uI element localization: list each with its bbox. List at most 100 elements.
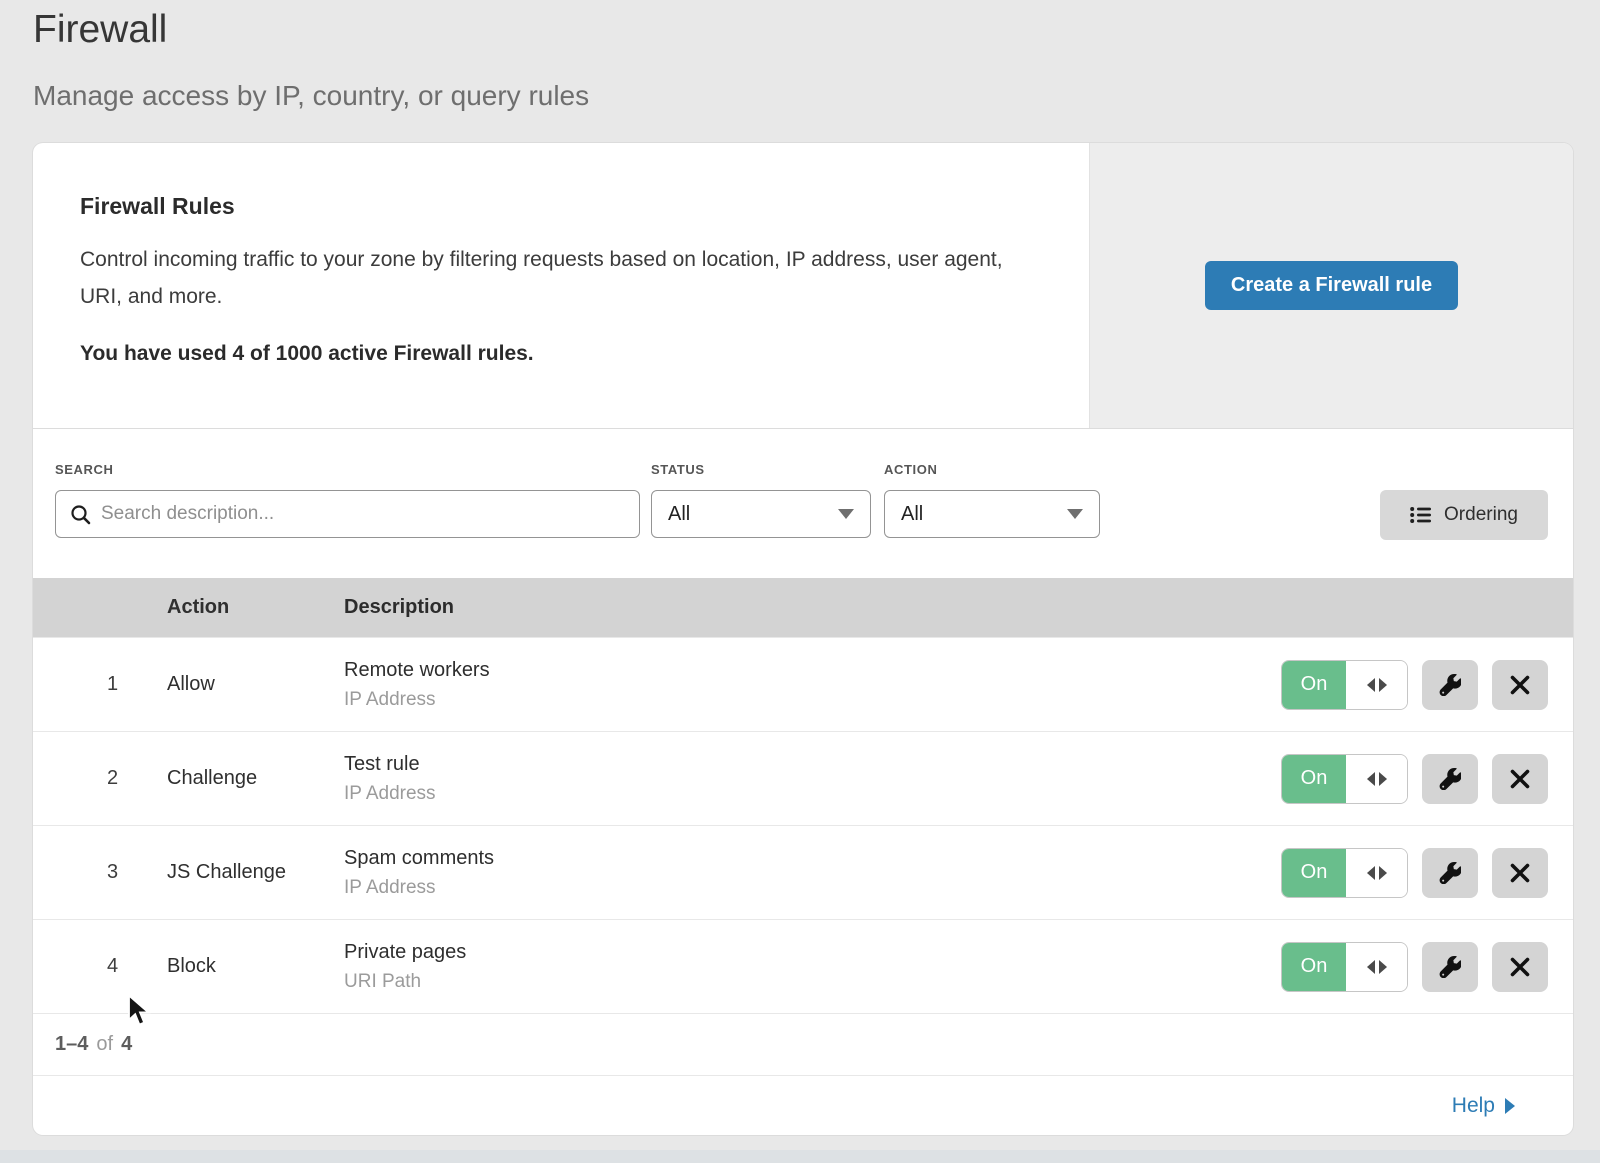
action-filter-group: ACTION All bbox=[884, 462, 1100, 538]
pagination-total: 4 bbox=[121, 1033, 132, 1056]
rule-match-type: IP Address bbox=[344, 689, 1281, 711]
rule-description: Spam comments bbox=[344, 847, 1281, 870]
ordering-button[interactable]: Ordering bbox=[1380, 490, 1548, 540]
list-icon bbox=[1410, 506, 1432, 524]
arrows-horizontal-icon[interactable] bbox=[1346, 755, 1407, 803]
rule-description: Remote workers bbox=[344, 659, 1281, 682]
firewall-page: Firewall Manage access by IP, country, o… bbox=[0, 0, 1600, 1163]
edit-rule-button[interactable] bbox=[1422, 942, 1478, 992]
wrench-icon bbox=[1439, 862, 1461, 884]
toggle-on-label: On bbox=[1282, 661, 1346, 709]
rule-description: Private pages bbox=[344, 941, 1281, 964]
wrench-icon bbox=[1439, 674, 1461, 696]
ordering-button-label: Ordering bbox=[1444, 504, 1518, 526]
rule-description: Test rule bbox=[344, 753, 1281, 776]
table-row: 1 Allow Remote workers IP Address On bbox=[33, 637, 1573, 731]
delete-rule-button[interactable] bbox=[1492, 942, 1548, 992]
rule-description-cell: Test rule IP Address bbox=[344, 753, 1281, 805]
rule-description-cell: Private pages URI Path bbox=[344, 941, 1281, 993]
rule-enabled-toggle[interactable]: On bbox=[1281, 942, 1408, 992]
pagination-range: 1–4 bbox=[55, 1033, 88, 1056]
rule-match-type: IP Address bbox=[344, 877, 1281, 899]
search-icon bbox=[70, 504, 91, 525]
rule-priority: 1 bbox=[33, 673, 167, 696]
action-column-header: Action bbox=[167, 596, 344, 619]
rule-enabled-toggle[interactable]: On bbox=[1281, 660, 1408, 710]
pagination-of: of bbox=[96, 1033, 113, 1056]
mouse-cursor bbox=[127, 994, 154, 1032]
status-select-value: All bbox=[668, 503, 690, 526]
table-row: 3 JS Challenge Spam comments IP Address … bbox=[33, 825, 1573, 919]
x-icon bbox=[1510, 957, 1530, 977]
x-icon bbox=[1510, 769, 1530, 789]
page-subtitle: Manage access by IP, country, or query r… bbox=[33, 80, 589, 112]
status-select[interactable]: All bbox=[651, 490, 871, 538]
overview-text: Firewall Rules Control incoming traffic … bbox=[33, 143, 1089, 428]
overview-section: Firewall Rules Control incoming traffic … bbox=[33, 143, 1573, 428]
search-filter-group: SEARCH bbox=[55, 462, 640, 538]
page-title: Firewall bbox=[33, 8, 167, 52]
create-rule-panel: Create a Firewall rule bbox=[1089, 143, 1573, 428]
description-column-header: Description bbox=[344, 596, 1573, 619]
table-row: 4 Block Private pages URI Path On bbox=[33, 919, 1573, 1013]
rule-description-cell: Remote workers IP Address bbox=[344, 659, 1281, 711]
rule-action: Block bbox=[167, 955, 344, 978]
toggle-on-label: On bbox=[1282, 849, 1346, 897]
help-link[interactable]: Help bbox=[1452, 1094, 1515, 1118]
rule-action: Challenge bbox=[167, 767, 344, 790]
rule-enabled-toggle[interactable]: On bbox=[1281, 848, 1408, 898]
action-select-value: All bbox=[901, 503, 923, 526]
x-icon bbox=[1510, 863, 1530, 883]
status-label: STATUS bbox=[651, 462, 871, 478]
search-box bbox=[55, 490, 640, 538]
help-link-label: Help bbox=[1452, 1094, 1495, 1118]
rule-priority: 2 bbox=[33, 767, 167, 790]
chevron-right-icon bbox=[1505, 1098, 1515, 1114]
action-select[interactable]: All bbox=[884, 490, 1100, 538]
delete-rule-button[interactable] bbox=[1492, 660, 1548, 710]
arrows-horizontal-icon[interactable] bbox=[1346, 943, 1407, 991]
rule-priority: 3 bbox=[33, 861, 167, 884]
filters-bar: SEARCH STATUS All ACTION All bbox=[33, 429, 1573, 578]
table-row: 2 Challenge Test rule IP Address On bbox=[33, 731, 1573, 825]
pagination: 1–4 of 4 bbox=[33, 1013, 1573, 1075]
delete-rule-button[interactable] bbox=[1492, 754, 1548, 804]
x-icon bbox=[1510, 675, 1530, 695]
rule-match-type: IP Address bbox=[344, 783, 1281, 805]
help-row: Help bbox=[33, 1075, 1573, 1135]
rules-usage-count: You have used 4 of 1000 active Firewall … bbox=[80, 342, 1042, 366]
table-header: Action Description bbox=[33, 578, 1573, 637]
search-input[interactable] bbox=[101, 503, 625, 525]
rule-controls: On bbox=[1281, 942, 1573, 992]
toggle-on-label: On bbox=[1282, 943, 1346, 991]
wrench-icon bbox=[1439, 956, 1461, 978]
rules-description: Control incoming traffic to your zone by… bbox=[80, 242, 1030, 316]
firewall-rules-card: Firewall Rules Control incoming traffic … bbox=[33, 143, 1573, 1135]
edit-rule-button[interactable] bbox=[1422, 848, 1478, 898]
chevron-down-icon bbox=[1067, 509, 1083, 519]
action-label: ACTION bbox=[884, 462, 1100, 478]
status-filter-group: STATUS All bbox=[651, 462, 871, 538]
rules-heading: Firewall Rules bbox=[80, 193, 1042, 220]
chevron-down-icon bbox=[838, 509, 854, 519]
search-label: SEARCH bbox=[55, 462, 640, 478]
toggle-on-label: On bbox=[1282, 755, 1346, 803]
rule-match-type: URI Path bbox=[344, 971, 1281, 993]
wrench-icon bbox=[1439, 768, 1461, 790]
rule-controls: On bbox=[1281, 754, 1573, 804]
rule-controls: On bbox=[1281, 660, 1573, 710]
edit-rule-button[interactable] bbox=[1422, 660, 1478, 710]
edit-rule-button[interactable] bbox=[1422, 754, 1478, 804]
rule-description-cell: Spam comments IP Address bbox=[344, 847, 1281, 899]
rule-priority: 4 bbox=[33, 955, 167, 978]
arrows-horizontal-icon[interactable] bbox=[1346, 849, 1407, 897]
rule-action: Allow bbox=[167, 673, 344, 696]
window-bottom-edge bbox=[0, 1150, 1600, 1163]
create-firewall-rule-button[interactable]: Create a Firewall rule bbox=[1205, 261, 1458, 310]
delete-rule-button[interactable] bbox=[1492, 848, 1548, 898]
rule-controls: On bbox=[1281, 848, 1573, 898]
rule-action: JS Challenge bbox=[167, 861, 344, 884]
rule-enabled-toggle[interactable]: On bbox=[1281, 754, 1408, 804]
arrows-horizontal-icon[interactable] bbox=[1346, 661, 1407, 709]
rules-table-body: 1 Allow Remote workers IP Address On bbox=[33, 637, 1573, 1013]
